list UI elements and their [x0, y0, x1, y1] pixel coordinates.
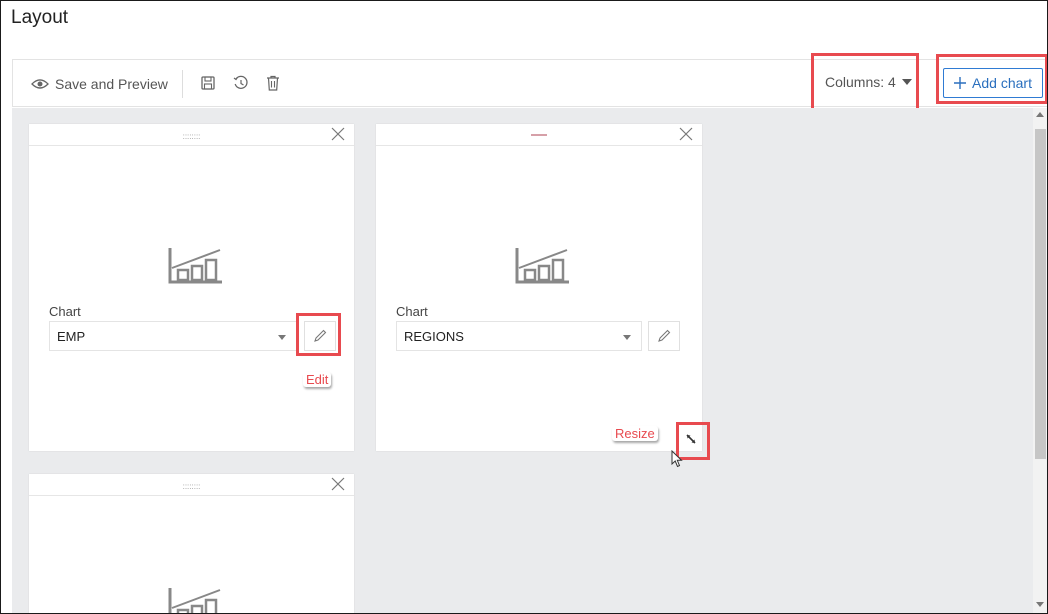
columns-label: Columns: 4 [825, 74, 896, 90]
layout-window: Layout Save and Preview Columns: 4 Add c… [0, 0, 1048, 614]
chart-card-3[interactable]: :::::::: [29, 474, 354, 613]
chart-select-value: EMP [57, 328, 86, 344]
chart-select[interactable]: REGIONS [396, 321, 642, 351]
close-icon[interactable] [330, 126, 346, 142]
plus-icon [954, 77, 967, 89]
toolbar: Save and Preview Columns: 4 Add chart [12, 59, 1047, 107]
chevron-down-icon [901, 79, 912, 85]
delete-button[interactable] [263, 73, 283, 93]
add-chart-label: Add chart [972, 75, 1032, 91]
save-and-preview-label: Save and Preview [55, 76, 168, 92]
drag-handle-icon[interactable]: :::::::: [183, 482, 201, 491]
edit-chart-button[interactable] [648, 321, 680, 351]
chart-select[interactable]: EMP [49, 321, 297, 351]
chart-card-1[interactable]: :::::::: Chart EMP Edit [29, 124, 354, 451]
pencil-icon [658, 329, 671, 342]
scroll-up-icon[interactable] [1036, 112, 1044, 117]
chart-placeholder-icon [168, 248, 222, 284]
card-header[interactable]: :::::::: [29, 474, 354, 496]
resize-handle[interactable] [681, 429, 701, 449]
chevron-down-icon [278, 335, 286, 340]
chart-select-value: REGIONS [404, 328, 464, 344]
card-header[interactable] [376, 124, 702, 146]
save-button[interactable] [198, 73, 218, 93]
save-icon [201, 76, 215, 90]
scroll-down-icon[interactable] [1036, 602, 1044, 607]
drag-handle-icon[interactable] [531, 134, 547, 136]
chart-placeholder-icon [168, 588, 221, 613]
toolbar-divider [182, 70, 183, 98]
trash-icon [267, 75, 279, 91]
chart-field-label: Chart [49, 304, 81, 319]
edit-callout: Edit [303, 372, 332, 387]
drag-handle-icon[interactable]: :::::::: [183, 132, 201, 141]
chart-field-label: Chart [396, 304, 428, 319]
history-icon [233, 75, 248, 89]
cursor-icon [671, 450, 683, 468]
chart-placeholder-icon [515, 248, 569, 284]
edit-chart-button[interactable] [304, 321, 336, 351]
resize-callout: Resize [612, 426, 658, 441]
scrollbar-thumb[interactable] [1035, 129, 1046, 459]
page-title: Layout [11, 7, 69, 28]
history-button[interactable] [231, 73, 251, 93]
close-icon[interactable] [330, 476, 346, 492]
add-chart-button[interactable]: Add chart [943, 68, 1043, 98]
close-icon[interactable] [678, 126, 694, 142]
chevron-down-icon [623, 335, 631, 340]
card-header[interactable]: :::::::: [29, 124, 354, 146]
pencil-icon [314, 329, 327, 342]
dashboard-canvas: :::::::: Chart EMP Edit Chart REGIONS Re… [12, 108, 1033, 613]
chart-card-2[interactable]: Chart REGIONS Resize [376, 124, 702, 451]
vertical-scrollbar[interactable] [1033, 108, 1047, 613]
save-and-preview-button[interactable]: Save and Preview [31, 74, 168, 94]
resize-icon [686, 434, 696, 444]
eye-icon [31, 79, 49, 89]
columns-select[interactable]: Columns: 4 [825, 74, 912, 90]
